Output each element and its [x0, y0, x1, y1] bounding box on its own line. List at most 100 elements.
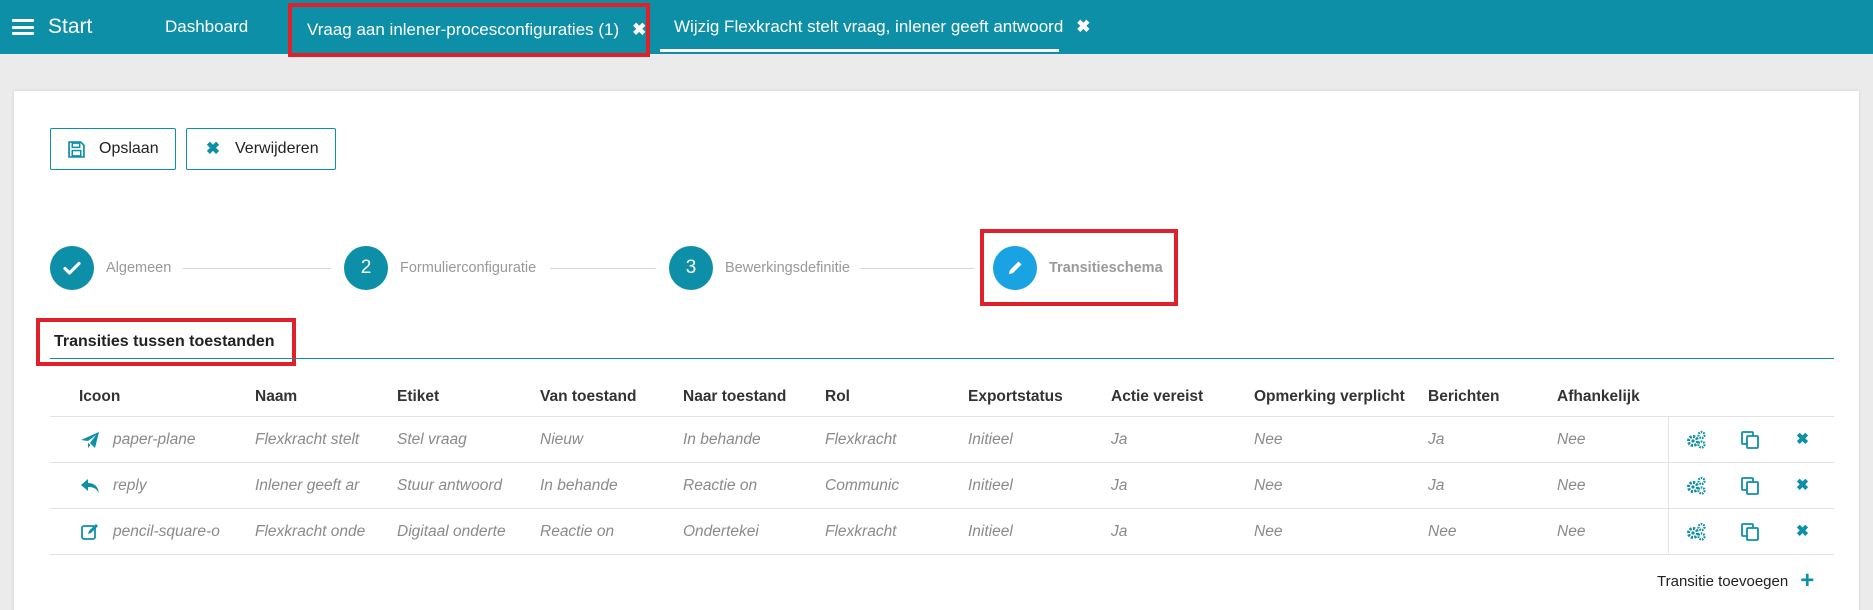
rol-cell: Flexkracht — [825, 430, 897, 448]
column-header: Van toestand — [540, 387, 637, 405]
column-header: Afhankelijk — [1557, 387, 1640, 405]
tab-vraag-procesconfiguraties[interactable]: Vraag aan inlener-procesconfiguraties (1… — [288, 3, 650, 57]
opmerking-verplicht-cell: Nee — [1254, 476, 1283, 494]
floppy-disk-icon — [67, 140, 85, 158]
step-bewerkingsdefinitie[interactable]: 3 Bewerkingsdefinitie — [669, 246, 850, 290]
icon-name: paper-plane — [113, 430, 196, 448]
van-toestand-cell: In behande — [540, 476, 618, 494]
section-divider — [50, 358, 1834, 359]
exportstatus-cell: Initieel — [968, 522, 1013, 540]
exportstatus-cell: Initieel — [968, 476, 1013, 494]
table-row: pencil-square-o Flexkracht onde Digitaal… — [50, 509, 1834, 555]
column-divider — [1668, 417, 1669, 462]
berichten-cell: Ja — [1428, 430, 1445, 448]
icon-name: reply — [113, 476, 147, 494]
actie-vereist-cell: Ja — [1111, 430, 1128, 448]
naar-toestand-cell: In behande — [683, 430, 761, 448]
table-header-row: Icoon Naam Etiket Van toestand Naar toes… — [50, 377, 1834, 417]
afhankelijk-cell: Nee — [1557, 476, 1586, 494]
column-header: Opmerking verplicht — [1254, 387, 1405, 405]
opmerking-verplicht-cell: Nee — [1254, 430, 1283, 448]
icon-cell: paper-plane — [79, 417, 229, 462]
copy-icon[interactable] — [1740, 463, 1760, 508]
icon-cell: pencil-square-o — [79, 509, 229, 554]
add-transition-button[interactable]: Transitie toevoegen + — [1657, 569, 1814, 593]
add-transition-label: Transitie toevoegen — [1657, 572, 1789, 590]
berichten-cell: Ja — [1428, 476, 1445, 494]
tab-wijzig-flexkracht[interactable]: Wijzig Flexkracht stelt vraag, inlener g… — [660, 0, 1091, 54]
top-navigation-bar: Start Dashboard Vraag aan inlener-proces… — [0, 0, 1873, 57]
step-label: Algemeen — [106, 260, 172, 276]
column-header: Naam — [255, 387, 298, 405]
actie-vereist-cell: Ja — [1111, 476, 1128, 494]
section-title-text: Transities tussen toestanden — [54, 333, 275, 350]
close-tab-icon[interactable]: ✖ — [632, 20, 646, 40]
delete-button[interactable]: ✖ Verwijderen — [186, 128, 336, 170]
icon-cell: reply — [79, 463, 229, 508]
transitions-table: Icoon Naam Etiket Van toestand Naar toes… — [50, 377, 1834, 555]
hamburger-menu-icon — [12, 19, 34, 35]
column-header: Naar toestand — [683, 387, 787, 405]
naar-toestand-cell: Ondertekei — [683, 522, 759, 540]
start-menu-button[interactable]: Start — [12, 14, 92, 40]
naam-cell: Inlener geeft ar — [255, 476, 360, 494]
delete-row-icon[interactable]: ✖ — [1796, 417, 1809, 462]
etiket-cell: Stuur antwoord — [397, 476, 503, 494]
step-transitieschema[interactable]: Transitieschema — [980, 229, 1178, 306]
naar-toestand-cell: Reactie on — [683, 476, 758, 494]
step-connector — [183, 268, 331, 269]
afhankelijk-cell: Nee — [1557, 522, 1586, 540]
tab-wijzig-label: Wijzig Flexkracht stelt vraag, inlener g… — [674, 17, 1064, 36]
actie-vereist-cell: Ja — [1111, 522, 1128, 540]
plus-icon: + — [1800, 567, 1815, 594]
step-formulierconfiguratie[interactable]: 2 Formulierconfiguratie — [344, 246, 536, 290]
pencil-icon — [993, 245, 1037, 290]
table-row: reply Inlener geeft ar Stuur antwoord In… — [50, 463, 1834, 509]
save-label: Opslaan — [99, 140, 159, 157]
close-icon: ✖ — [205, 139, 221, 158]
settings-gears-icon[interactable] — [1685, 417, 1707, 462]
delete-row-icon[interactable]: ✖ — [1796, 509, 1809, 554]
step-number: 3 — [669, 246, 713, 290]
step-connector — [860, 268, 974, 269]
reply-icon — [79, 475, 101, 497]
delete-label: Verwijderen — [235, 140, 319, 157]
save-button[interactable]: Opslaan — [50, 128, 176, 170]
tab-dashboard[interactable]: Dashboard — [165, 0, 248, 54]
copy-icon[interactable] — [1740, 417, 1760, 462]
settings-gears-icon[interactable] — [1685, 509, 1707, 554]
berichten-cell: Nee — [1428, 522, 1457, 540]
tab-dashboard-label: Dashboard — [165, 17, 249, 36]
column-divider — [1668, 463, 1669, 508]
table-row: paper-plane Flexkracht stelt Stel vraag … — [50, 417, 1834, 463]
step-connector — [550, 268, 656, 269]
paper-plane-icon — [79, 429, 101, 451]
column-header: Actie vereist — [1111, 387, 1204, 405]
checkmark-icon — [50, 246, 94, 290]
afhankelijk-cell: Nee — [1557, 430, 1586, 448]
main-card: Opslaan ✖ Verwijderen Algemeen 2 Formuli… — [14, 91, 1859, 610]
column-header: Icoon — [79, 387, 121, 405]
etiket-cell: Digitaal onderte — [397, 522, 506, 540]
delete-row-icon[interactable]: ✖ — [1796, 463, 1809, 508]
copy-icon[interactable] — [1740, 509, 1760, 554]
step-label: Bewerkingsdefinitie — [725, 260, 850, 276]
column-header: Exportstatus — [968, 387, 1063, 405]
icon-name: pencil-square-o — [113, 522, 220, 540]
rol-cell: Flexkracht — [825, 522, 897, 540]
opmerking-verplicht-cell: Nee — [1254, 522, 1283, 540]
column-header: Berichten — [1428, 387, 1500, 405]
step-label: Transitieschema — [1049, 259, 1163, 276]
van-toestand-cell: Reactie on — [540, 522, 615, 540]
step-number: 2 — [344, 246, 388, 290]
close-tab-icon[interactable]: ✖ — [1076, 17, 1090, 37]
rol-cell: Communic — [825, 476, 900, 494]
step-algemeen[interactable]: Algemeen — [50, 246, 171, 290]
column-divider — [1668, 509, 1669, 554]
naam-cell: Flexkracht stelt — [255, 430, 360, 448]
exportstatus-cell: Initieel — [968, 430, 1013, 448]
step-label: Formulierconfiguratie — [400, 260, 537, 276]
naam-cell: Flexkracht onde — [255, 522, 366, 540]
settings-gears-icon[interactable] — [1685, 463, 1707, 508]
pencil-square-icon — [79, 521, 101, 543]
